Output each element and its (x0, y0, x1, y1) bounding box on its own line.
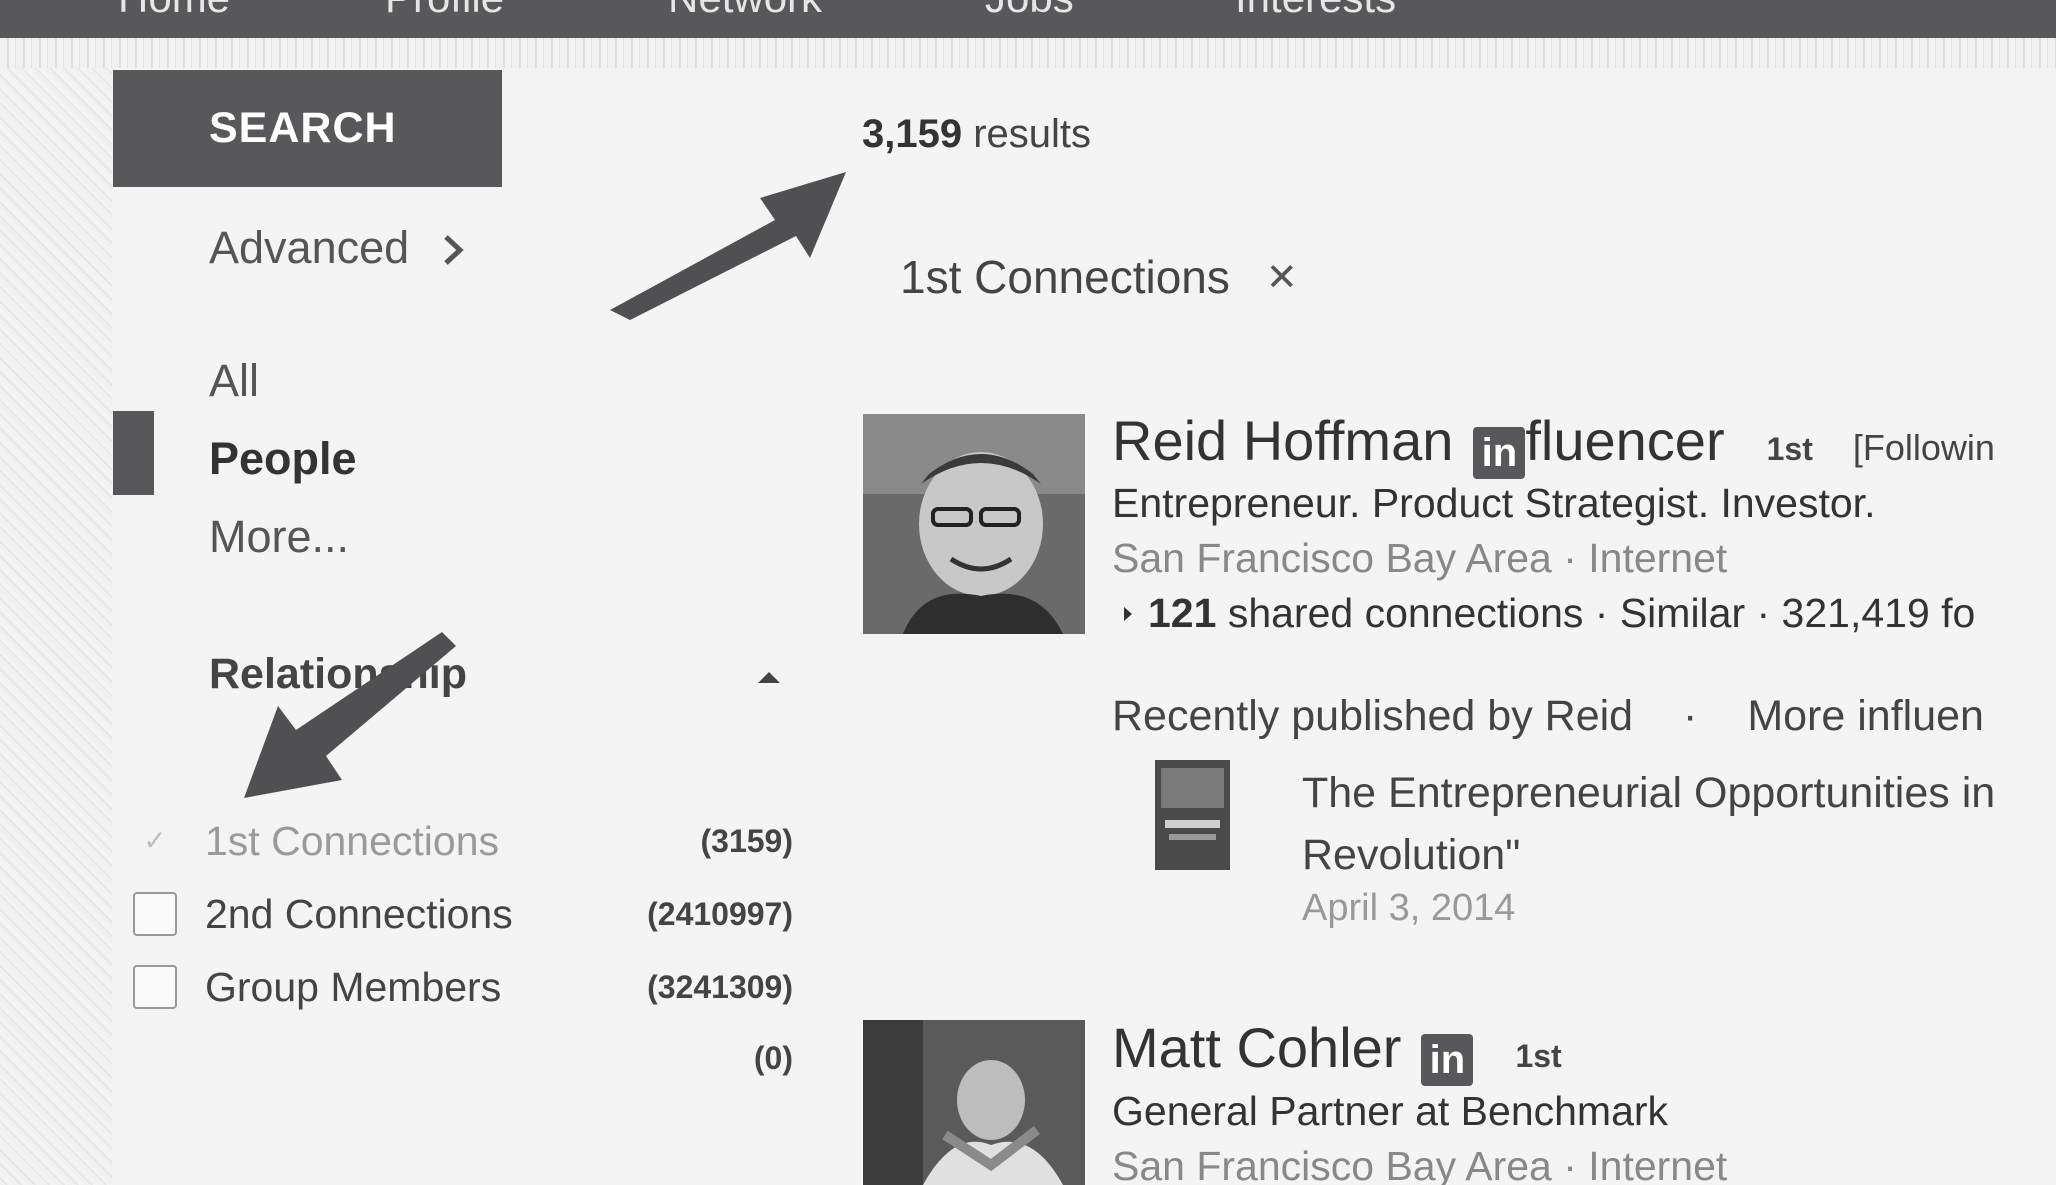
results-number: 3,159 (862, 112, 963, 156)
shared-suffix: shared connections · Similar · 321,419 f… (1227, 590, 1976, 636)
facet-extra-count: (0) (753, 1040, 793, 1076)
expand-triangle-icon (1124, 607, 1132, 621)
relationship-facet-title[interactable]: Relationship (209, 650, 467, 699)
results-count: 3,159 results (862, 112, 1091, 157)
recent-published-label: Recently published by Reid (1112, 692, 1634, 740)
category-all[interactable]: All (209, 355, 259, 407)
result-name-line: Matt Cohler in 1st (1112, 1015, 1562, 1086)
more-influencers-link[interactable]: More influen (1747, 692, 1984, 740)
profile-photo (863, 414, 1085, 634)
advanced-search-link[interactable]: Advanced (209, 222, 466, 274)
shared-count: 121 (1148, 590, 1217, 636)
active-category-marker (113, 411, 154, 495)
person-location: San Francisco Bay Area · Internet (1112, 1143, 1728, 1185)
avatar[interactable] (863, 1020, 1085, 1185)
recent-published-line: Recently published by Reid · More influe… (1112, 692, 1984, 741)
chevron-right-icon (443, 235, 464, 265)
facet-label: 1st Connections (205, 817, 500, 864)
article-date: April 3, 2014 (1302, 887, 1516, 929)
annotation-arrow-icon (244, 632, 456, 798)
person-name-link[interactable]: Matt Cohler (1112, 1015, 1401, 1080)
facet-1st-connections[interactable]: ✓ 1st Connections (3159) (133, 811, 793, 871)
close-icon[interactable]: ✕ (1266, 255, 1298, 300)
nav-network[interactable]: Network (668, 0, 822, 22)
person-name-link[interactable]: Reid Hoffman (1112, 408, 1453, 473)
degree-badge: 1st (1515, 1038, 1562, 1074)
influencer-label: fluencer (1525, 409, 1725, 472)
shared-connections[interactable]: 121 shared connections · Similar · 321,4… (1124, 590, 1975, 637)
facet-checkbox[interactable] (133, 965, 177, 1009)
article-image (1155, 760, 1230, 870)
active-filter-chip: 1st Connections ✕ (900, 250, 1298, 304)
following-status[interactable]: [Followin (1853, 427, 1995, 469)
facet-count: (3241309) (647, 968, 793, 1005)
influencer-badge-icon: in (1421, 1034, 1474, 1086)
article-title-link[interactable]: The Entrepreneurial Opportunities in Rev… (1302, 762, 1995, 886)
facet-label: Group Members (205, 963, 502, 1010)
article-title-line: The Entrepreneurial Opportunities in (1302, 769, 1996, 817)
nav-profile[interactable]: Profile (385, 0, 504, 22)
influencer-badge-icon: in (1473, 427, 1526, 479)
facet-count: (2410997) (647, 895, 793, 932)
nav-interests[interactable]: Interests (1235, 0, 1396, 22)
profile-photo (863, 1020, 1085, 1185)
person-headline: Entrepreneur. Product Strategist. Invest… (1112, 480, 1876, 526)
page-gutter (0, 68, 112, 1185)
collapse-caret-icon[interactable] (758, 672, 780, 683)
article-title-line: Revolution" (1302, 831, 1521, 879)
results-suffix: results (973, 112, 1092, 156)
nav-jobs[interactable]: Jobs (985, 0, 1074, 22)
top-nav: Home Profile Network Jobs Interests (0, 0, 2056, 38)
header-divider (0, 38, 2056, 68)
article-thumbnail[interactable] (1155, 760, 1230, 870)
separator-dot: · (1683, 692, 1698, 740)
annotation-arrow-icon (610, 172, 846, 320)
facet-2nd-connections[interactable]: 2nd Connections (2410997) (133, 884, 793, 944)
category-more[interactable]: More... (209, 511, 349, 563)
active-filter-label: 1st Connections (900, 251, 1230, 303)
degree-badge: 1st (1766, 431, 1813, 467)
search-heading: SEARCH (113, 70, 502, 187)
avatar[interactable] (863, 414, 1085, 634)
advanced-label: Advanced (209, 222, 410, 273)
nav-home[interactable]: Home (118, 0, 230, 22)
result-name-line: Reid Hoffman in fluencer 1st [Followin (1112, 408, 1995, 479)
person-headline: General Partner at Benchmark (1112, 1088, 1669, 1134)
checkmark-icon[interactable]: ✓ (133, 819, 177, 863)
facet-checkbox[interactable] (133, 892, 177, 936)
facet-label: 2nd Connections (205, 890, 513, 937)
category-people[interactable]: People (209, 433, 357, 485)
facet-group-members[interactable]: Group Members (3241309) (133, 957, 793, 1017)
person-location: San Francisco Bay Area · Internet (1112, 535, 1728, 581)
facet-count: (3159) (700, 822, 794, 859)
